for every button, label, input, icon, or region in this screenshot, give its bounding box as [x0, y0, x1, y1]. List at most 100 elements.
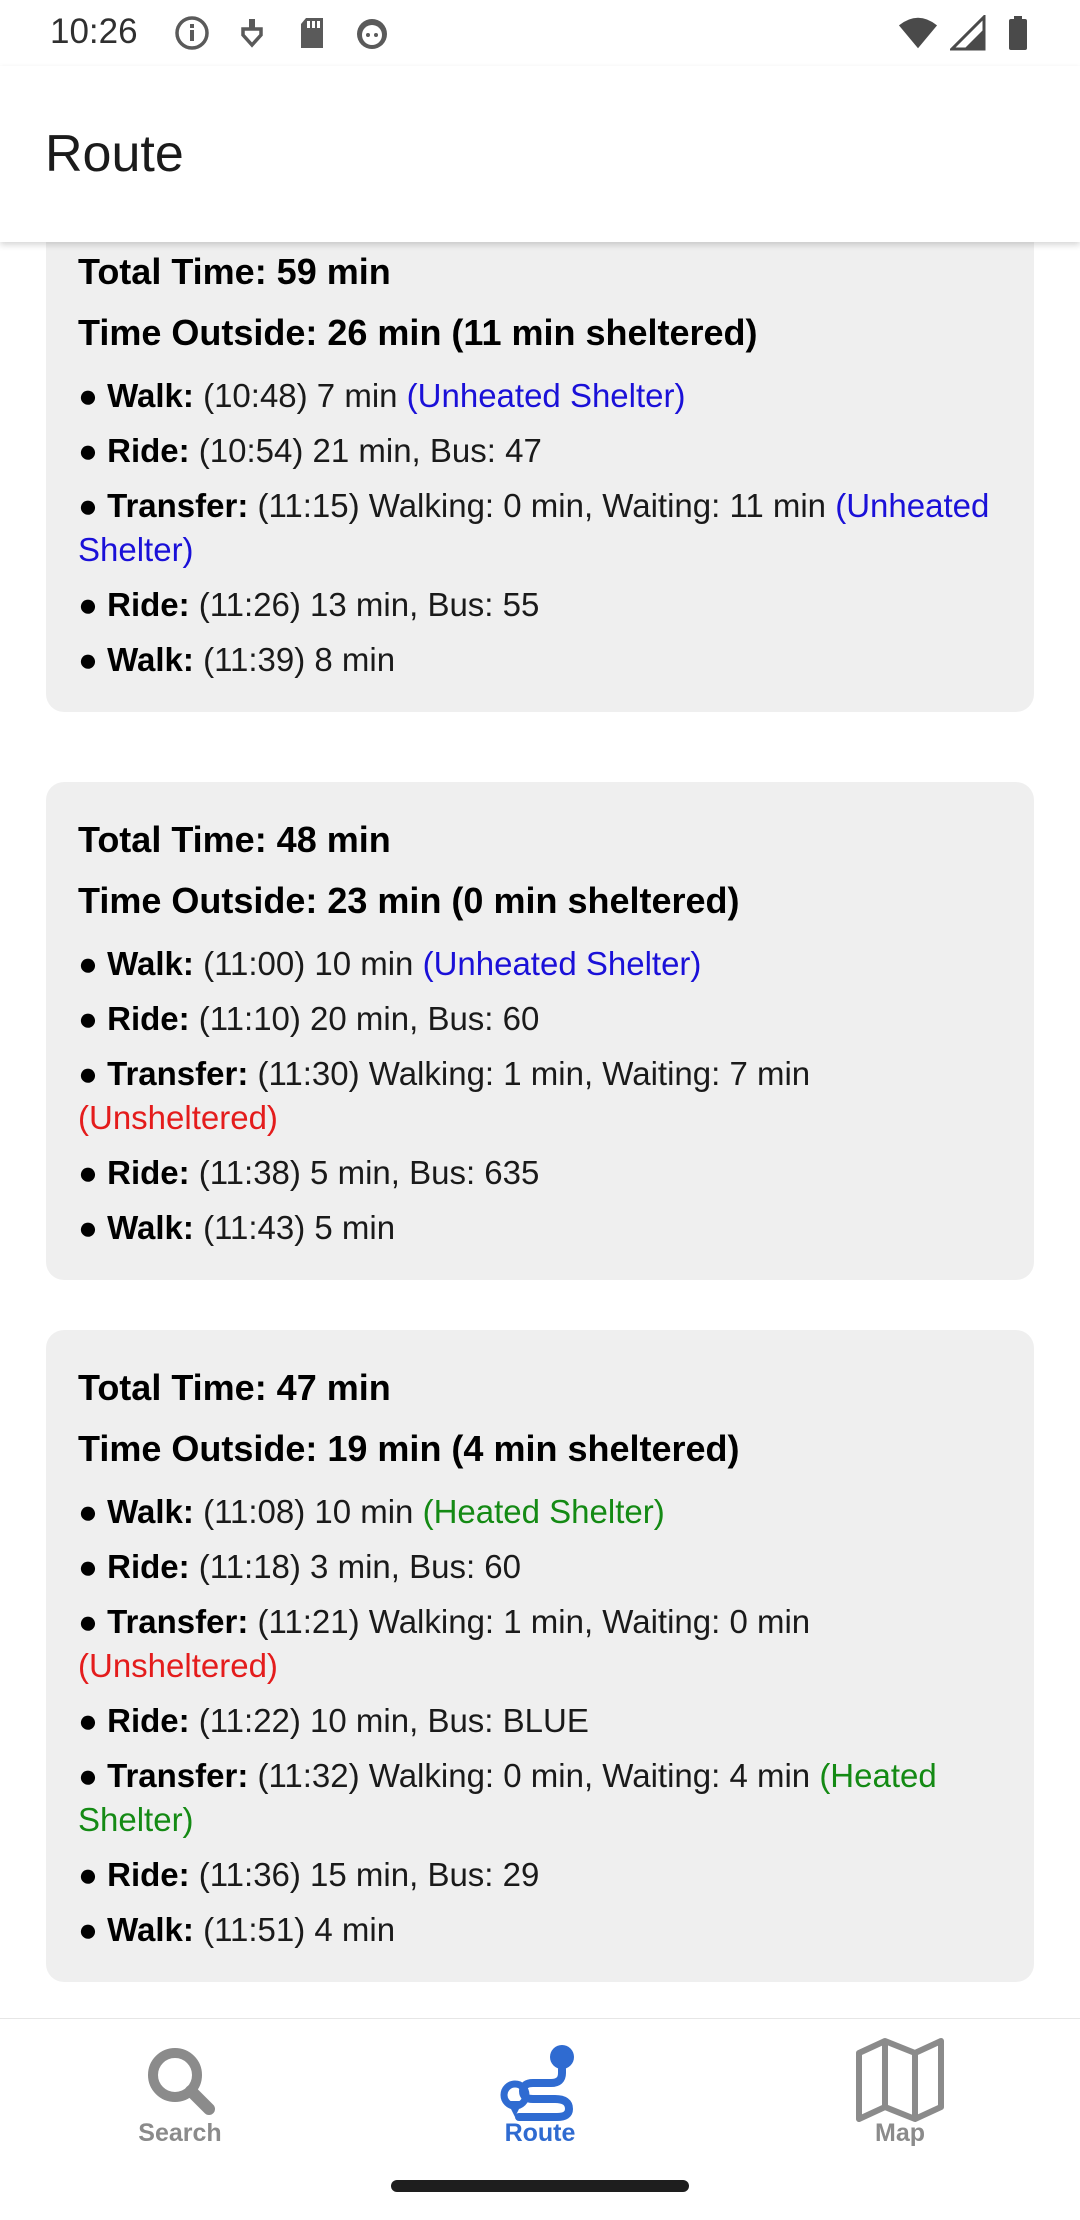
route-step: ● Transfer: (11:21) Walking: 1 min, Wait… [78, 1600, 1002, 1688]
nav-route[interactable]: Route [440, 2037, 640, 2148]
status-time: 10:26 [50, 12, 138, 51]
wifi-icon [898, 14, 938, 52]
route-card[interactable]: Total Time: 47 min Time Outside: 19 min … [46, 1330, 1034, 1982]
page-title: Route [45, 125, 184, 183]
system-status-icons [898, 14, 1038, 52]
step-detail: (11:21) Walking: 1 min, Waiting: 0 min [248, 1603, 811, 1640]
step-type: Walk: [107, 1493, 194, 1530]
status-bar: 10:26 [0, 0, 1080, 66]
route-step: ● Ride: (11:36) 15 min, Bus: 29 [78, 1853, 1002, 1897]
route-list[interactable]: Total Time: 59 min Time Outside: 26 min … [0, 242, 1080, 2018]
route-step: ● Ride: (11:10) 20 min, Bus: 60 [78, 997, 1002, 1041]
info-icon [172, 14, 212, 52]
bullet: ● [78, 1000, 108, 1037]
route-card[interactable]: Total Time: 48 min Time Outside: 23 min … [46, 782, 1034, 1280]
route-step: ● Transfer: (11:30) Walking: 1 min, Wait… [78, 1052, 1002, 1140]
step-detail: (11:36) 15 min, Bus: 29 [189, 1856, 540, 1893]
cell-signal-icon [948, 14, 988, 52]
step-type: Walk: [107, 641, 194, 678]
step-detail: (11:00) 10 min [193, 945, 423, 982]
step-type: Ride: [107, 1000, 190, 1037]
step-detail: (11:38) 5 min, Bus: 635 [189, 1154, 540, 1191]
shelter-status: (Unsheltered) [78, 1099, 278, 1136]
bullet: ● [78, 1154, 108, 1191]
route-step: ● Ride: (11:26) 13 min, Bus: 55 [78, 583, 1002, 627]
bullet: ● [78, 377, 108, 414]
step-detail: (11:15) Walking: 0 min, Waiting: 11 min [248, 487, 836, 524]
step-type: Transfer: [107, 1055, 249, 1092]
nav-search-label: Search [138, 2119, 222, 2147]
bullet: ● [78, 1493, 108, 1530]
route-step: ● Ride: (10:54) 21 min, Bus: 47 [78, 429, 1002, 473]
step-detail: (11:22) 10 min, Bus: BLUE [189, 1702, 589, 1739]
step-type: Walk: [107, 377, 194, 414]
step-detail: (11:51) 4 min [193, 1911, 396, 1948]
step-type: Ride: [107, 432, 190, 469]
shelter-status: (Unheated Shelter) [406, 377, 686, 414]
map-icon [856, 2038, 944, 2122]
route-step: ● Transfer: (11:32) Walking: 0 min, Wait… [78, 1754, 1002, 1842]
route-step: ● Walk: (11:00) 10 min (Unheated Shelter… [78, 942, 1002, 986]
shelter-status: (Unheated Shelter) [422, 945, 702, 982]
home-indicator[interactable] [391, 2180, 689, 2192]
step-detail: (11:08) 10 min [193, 1493, 423, 1530]
step-type: Transfer: [107, 487, 249, 524]
route-step: ● Ride: (11:22) 10 min, Bus: BLUE [78, 1699, 1002, 1743]
notification-icons [172, 14, 392, 52]
bullet: ● [78, 1209, 108, 1246]
total-time: Total Time: 59 min [78, 251, 391, 292]
bullet: ● [78, 1856, 108, 1893]
bullet: ● [78, 1603, 108, 1640]
route-step: ● Walk: (11:51) 4 min [78, 1908, 1002, 1952]
step-detail: (11:30) Walking: 1 min, Waiting: 7 min [248, 1055, 811, 1092]
step-detail: (11:18) 3 min, Bus: 60 [189, 1548, 521, 1585]
step-type: Ride: [107, 1548, 190, 1585]
route-step: ● Walk: (11:39) 8 min [78, 638, 1002, 682]
step-type: Ride: [107, 1702, 190, 1739]
nav-search[interactable]: Search [80, 2037, 280, 2148]
bullet: ● [78, 586, 108, 623]
step-type: Ride: [107, 1856, 190, 1893]
route-icon [500, 2045, 574, 2121]
step-type: Walk: [107, 1911, 194, 1948]
usb-debug-icon [232, 14, 272, 52]
nav-map[interactable]: Map [800, 2037, 1000, 2148]
bullet: ● [78, 1757, 108, 1794]
route-step: ● Ride: (11:38) 5 min, Bus: 635 [78, 1151, 1002, 1195]
step-type: Walk: [107, 1209, 194, 1246]
route-card[interactable]: Total Time: 59 min Time Outside: 26 min … [46, 242, 1034, 712]
step-type: Ride: [107, 586, 190, 623]
shelter-status: (Unsheltered) [78, 1647, 278, 1684]
route-step: ● Transfer: (11:15) Walking: 0 min, Wait… [78, 484, 1002, 572]
time-outside: Time Outside: 26 min (11 min sheltered) [78, 312, 758, 353]
route-step: ● Ride: (11:18) 3 min, Bus: 60 [78, 1545, 1002, 1589]
bullet: ● [78, 1548, 108, 1585]
bullet: ● [78, 1055, 108, 1092]
step-detail: (10:54) 21 min, Bus: 47 [189, 432, 542, 469]
route-step: ● Walk: (11:43) 5 min [78, 1206, 1002, 1250]
battery-icon [998, 14, 1038, 52]
route-step: ● Walk: (11:08) 10 min (Heated Shelter) [78, 1490, 1002, 1534]
bullet: ● [78, 945, 108, 982]
step-type: Ride: [107, 1154, 190, 1191]
step-detail: (11:39) 8 min [193, 641, 396, 678]
nav-map-label: Map [875, 2119, 925, 2147]
step-detail: (11:26) 13 min, Bus: 55 [189, 586, 540, 623]
step-type: Transfer: [107, 1757, 249, 1794]
time-outside: Time Outside: 23 min (0 min sheltered) [78, 880, 740, 921]
sd-card-icon [292, 14, 332, 52]
step-detail: (11:10) 20 min, Bus: 60 [189, 1000, 540, 1037]
bullet: ● [78, 487, 108, 524]
nav-route-label: Route [504, 2119, 576, 2147]
route-step: ● Walk: (10:48) 7 min (Unheated Shelter) [78, 374, 1002, 418]
total-time: Total Time: 48 min [78, 819, 391, 860]
step-detail: (11:32) Walking: 0 min, Waiting: 4 min [248, 1757, 820, 1794]
step-detail: (11:43) 5 min [193, 1209, 396, 1246]
step-type: Walk: [107, 945, 194, 982]
time-outside: Time Outside: 19 min (4 min sheltered) [78, 1428, 740, 1469]
step-type: Transfer: [107, 1603, 249, 1640]
bullet: ● [78, 1911, 108, 1948]
android-face-icon [352, 14, 392, 52]
search-icon [148, 2048, 215, 2115]
bullet: ● [78, 1702, 108, 1739]
